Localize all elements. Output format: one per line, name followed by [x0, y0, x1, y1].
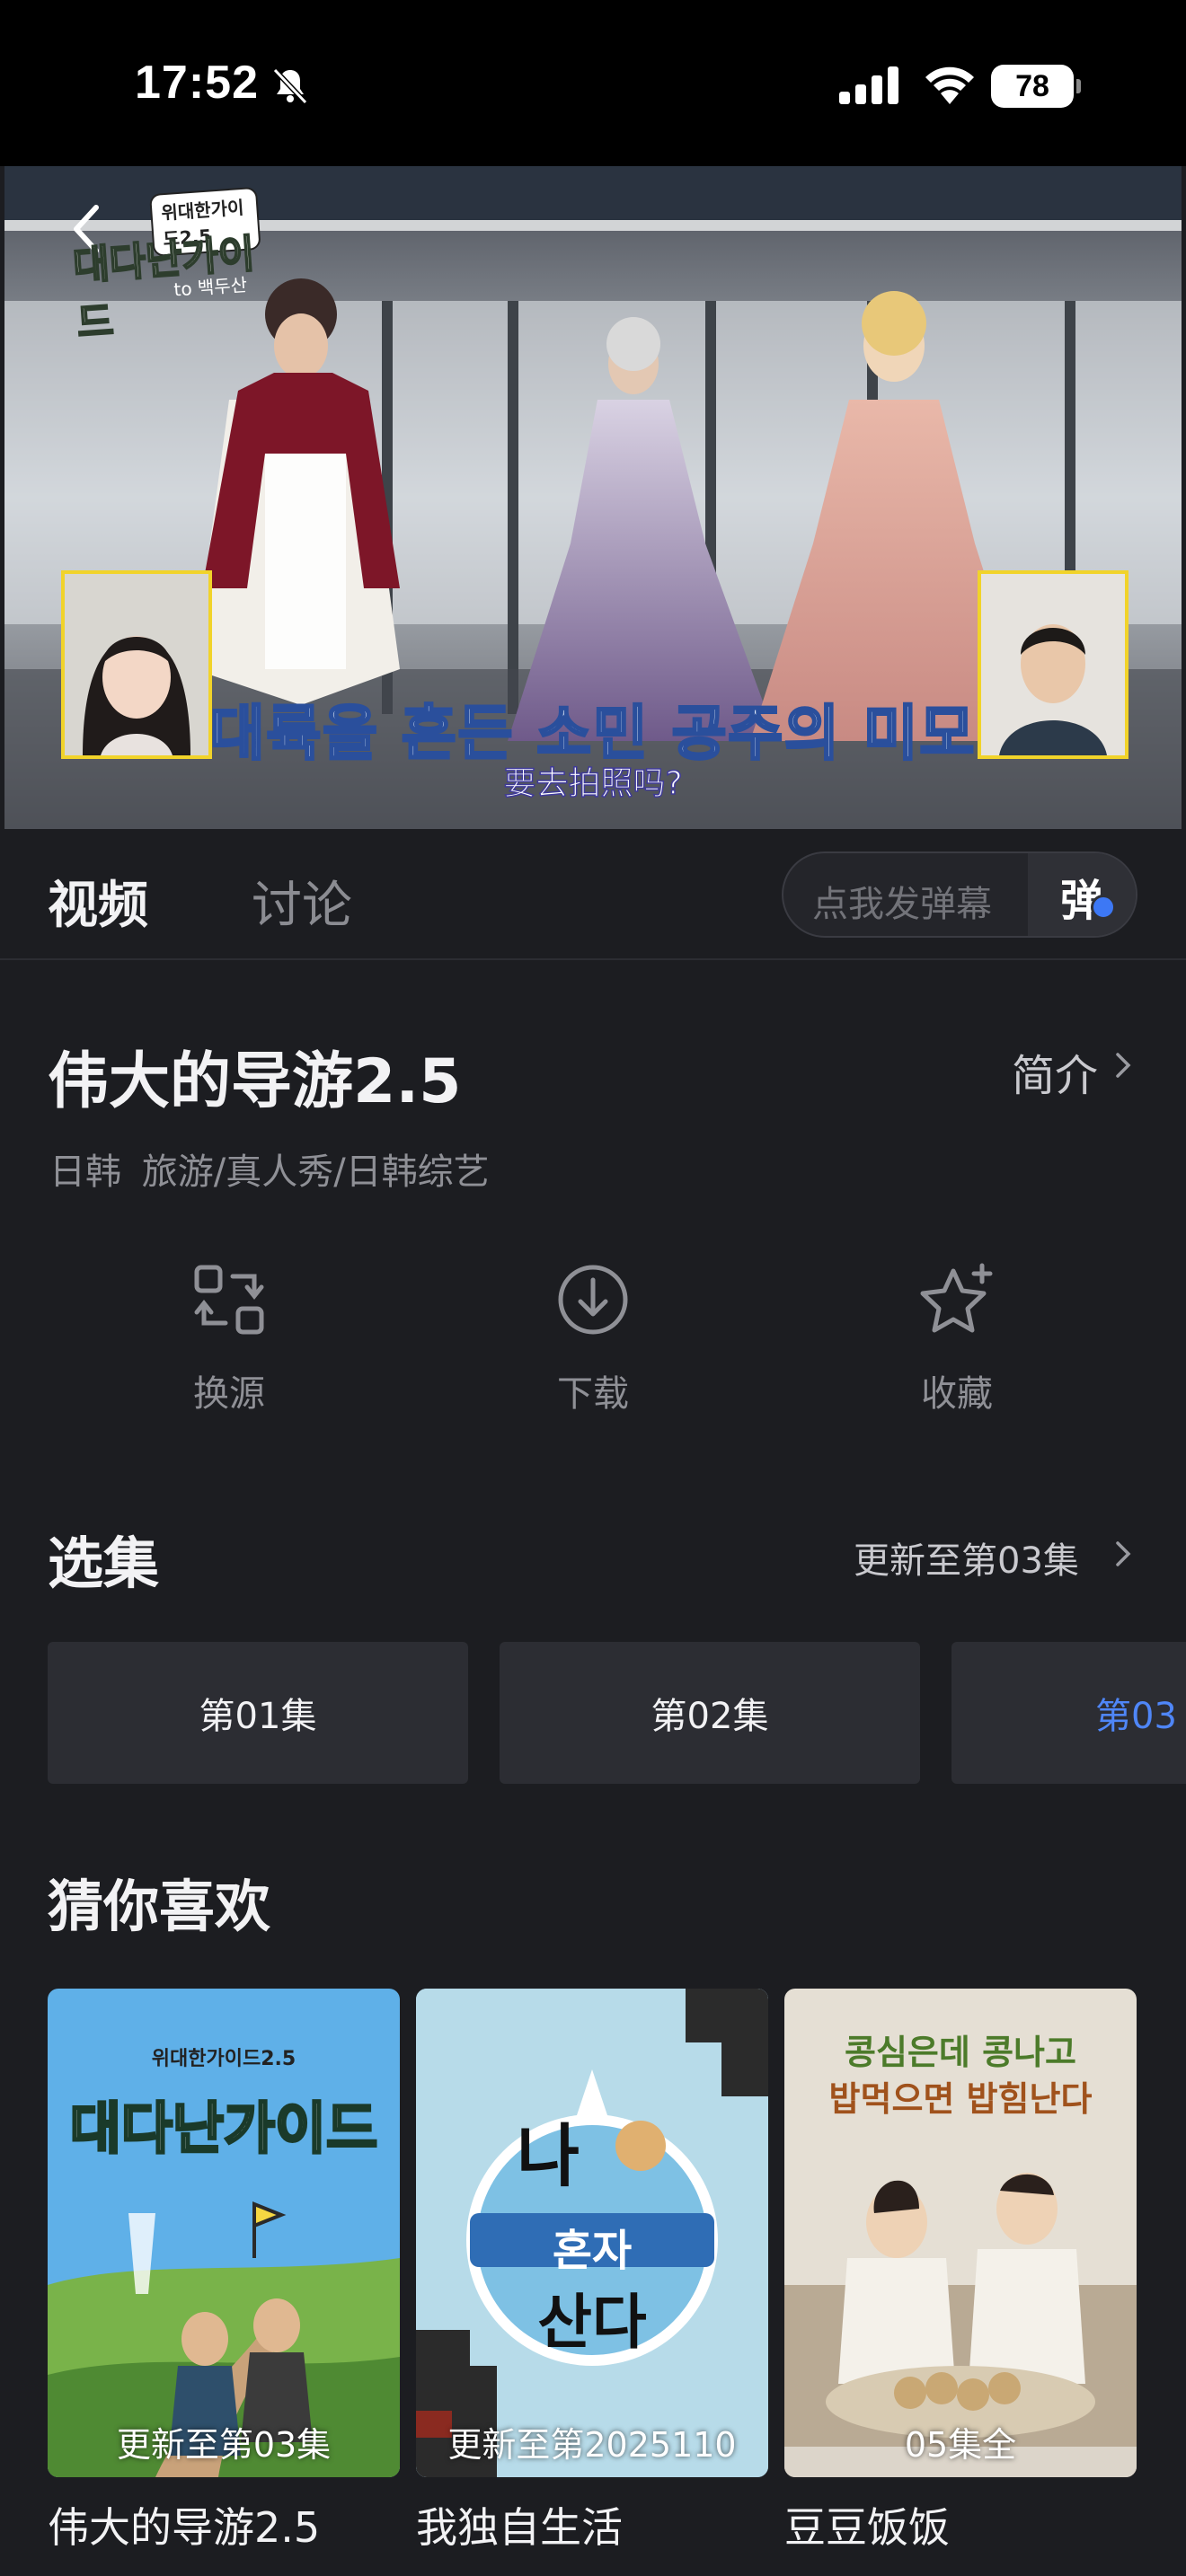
danmaku-input[interactable]: 点我发弹幕: [812, 875, 992, 927]
battery-indicator: 78: [991, 65, 1081, 108]
recommend-card[interactable]: 위대한가이드2.5 대다난가이드 更新至第03集 伟大的导游2.5: [48, 1989, 400, 2554]
show-title: 伟大的导游2.5: [48, 1046, 462, 1117]
subtitle-chinese: 要去拍照吗?: [503, 764, 684, 803]
download-label: 下载: [557, 1373, 629, 1415]
check-badge-icon: [1091, 895, 1116, 920]
poster: 콩심은데 콩나고 밥먹으면 밥힘난다 05集全: [784, 1989, 1137, 2477]
download-icon: [558, 1265, 628, 1335]
status-bar: 17:52 78: [0, 0, 1186, 166]
poster-badge: 更新至第2025110: [447, 2425, 737, 2465]
show-logo: 위대한가이드2.5 대다난가이드 to 백두산: [68, 186, 264, 348]
detail-tab-bar: 视频 讨论 点我发弹幕 弹: [0, 829, 1186, 960]
poster-title: 대다난가이드: [68, 2095, 378, 2163]
show-logo-sub: to 백두산: [173, 273, 248, 301]
episode-button-active[interactable]: 第03: [951, 1642, 1186, 1784]
battery-level: 78: [1015, 68, 1049, 103]
danmaku-toggle-button[interactable]: 弹: [1028, 853, 1136, 936]
danmaku-bar: 点我发弹幕 弹: [782, 851, 1137, 938]
cellular-signal-icon: [839, 66, 898, 104]
poster: 나 혼자 산다 更新至第2025110: [416, 1989, 768, 2477]
favorite-button[interactable]: 收藏: [867, 1262, 1047, 1416]
intro-link[interactable]: 简介: [1012, 1040, 1098, 1103]
switch-source-label: 换源: [193, 1373, 265, 1415]
switch-source-icon: [194, 1265, 264, 1335]
favorite-star-icon: [920, 1263, 993, 1333]
episode-button[interactable]: 第01集: [48, 1642, 468, 1784]
poster-badge: 更新至第03集: [116, 2425, 332, 2465]
poster-title-2: 혼자: [552, 2226, 633, 2276]
wifi-icon: [925, 66, 974, 104]
episodes-heading: 选集: [48, 1531, 160, 1596]
poster-title-3: 산다: [537, 2288, 647, 2357]
episode-button[interactable]: 第02集: [500, 1642, 920, 1784]
tab-video[interactable]: 视频: [48, 865, 148, 938]
recommend-title: 我独自生活: [416, 2503, 623, 2552]
recommend-heading: 猜你喜欢: [48, 1874, 271, 1939]
poster-title-1: 콩심은데 콩나고: [845, 2033, 1076, 2072]
poster-title-2: 밥먹으면 밥힘난다: [828, 2079, 1093, 2119]
chevron-right-icon[interactable]: [1114, 1539, 1132, 1568]
recommend-title: 伟大的导游2.5: [48, 2503, 321, 2552]
download-button[interactable]: 下载: [503, 1262, 683, 1416]
poster: 위대한가이드2.5 대다난가이드 更新至第03集: [48, 1989, 400, 2477]
recommend-card[interactable]: 나 혼자 산다 更新至第2025110 我独自生活: [416, 1989, 768, 2554]
poster-tag: 위대한가이드2.5: [151, 2048, 296, 2070]
episodes-update-link[interactable]: 更新至第03集: [854, 1531, 1079, 1584]
bell-muted-icon: [272, 67, 308, 105]
episode-list: 第01集 第02集 第03: [48, 1642, 1186, 1784]
chevron-right-icon[interactable]: [1114, 1051, 1132, 1080]
recommend-card[interactable]: 콩심은데 콩나고 밥먹으면 밥힘난다 05集全 豆豆饭饭: [784, 1989, 1137, 2554]
favorite-label: 收藏: [921, 1373, 993, 1415]
poster-badge: 05集全: [904, 2425, 1017, 2465]
action-row: 换源 下载 收藏: [0, 1262, 1186, 1442]
recommend-title: 豆豆饭饭: [784, 2503, 950, 2552]
recommend-list: 위대한가이드2.5 대다난가이드 更新至第03集 伟大的导游2.5 나 혼자 산…: [48, 1989, 1186, 2576]
switch-source-button[interactable]: 换源: [139, 1262, 319, 1416]
video-player[interactable]: 위대한가이드2.5 대다난가이드 to 백두산 대륙을 흔든 소민 공주의 미모…: [4, 166, 1182, 829]
show-meta: 日韩 旅游/真人秀/日韩综艺: [49, 1151, 490, 1193]
poster-title-1: 나: [517, 2116, 580, 2196]
status-time: 17:52: [135, 57, 259, 109]
tab-discuss[interactable]: 讨论: [252, 865, 352, 938]
